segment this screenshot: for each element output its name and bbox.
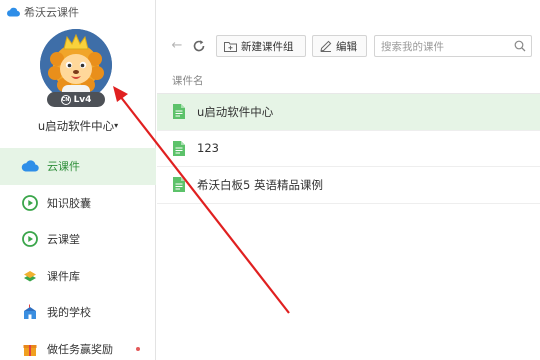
level-coin-icon: CN (60, 94, 71, 105)
main-panel: ← 新建课件组 编辑 课件名 u启动软件中心 123 希沃白板5 (157, 0, 540, 360)
sidebar-item-label: 课件库 (47, 269, 80, 283)
user-avatar-area[interactable]: CN Lv4 (40, 29, 112, 107)
cloud-icon (21, 157, 39, 175)
sidebar-item-label: 我的学校 (47, 306, 91, 320)
search-input[interactable] (381, 39, 511, 54)
app-title-bar: 希沃云课件 (6, 4, 79, 20)
search-box[interactable] (374, 35, 532, 57)
new-group-label: 新建课件组 (241, 40, 294, 53)
column-header-courseware-name[interactable]: 课件名 (157, 68, 540, 94)
capsule-play-icon (21, 194, 39, 212)
sidebar-item-courseware-library[interactable]: 课件库 (0, 258, 156, 295)
toolbar: ← 新建课件组 编辑 (157, 35, 540, 57)
refresh-icon[interactable] (191, 38, 207, 54)
sidebar: 希沃云课件 CN Lv4 u启动软件中心▾ 云课件 知识胶囊 云课堂 课件库 我… (0, 0, 156, 360)
user-name-dropdown[interactable]: u启动软件中心▾ (0, 118, 156, 134)
sidebar-item-tasks-rewards[interactable]: 做任务赢奖励 (0, 331, 156, 360)
notification-dot (136, 346, 140, 351)
library-icon (21, 267, 39, 285)
file-name: 123 (197, 141, 219, 156)
edit-button[interactable]: 编辑 (312, 35, 367, 57)
sidebar-item-label: 云课件 (47, 160, 80, 174)
new-group-button[interactable]: 新建课件组 (216, 35, 306, 57)
classroom-play-icon (21, 230, 39, 248)
sidebar-item-label: 做任务赢奖励 (47, 342, 113, 356)
sidebar-item-label: 知识胶囊 (47, 196, 91, 210)
edit-pencil-icon (320, 40, 332, 52)
search-icon[interactable] (514, 40, 526, 52)
gift-icon (21, 340, 39, 358)
list-item[interactable]: 希沃白板5 英语精品课例 (157, 167, 540, 204)
app-title: 希沃云课件 (24, 6, 79, 19)
file-icon (173, 104, 185, 120)
list-item[interactable]: 123 (157, 131, 540, 167)
avatar[interactable] (40, 29, 112, 101)
file-name: 希沃白板5 英语精品课例 (197, 177, 323, 192)
sidebar-item-label: 云课堂 (47, 233, 80, 247)
edit-label: 编辑 (336, 40, 357, 53)
lion-mascot-icon (40, 29, 112, 101)
sidebar-item-cloud-courseware[interactable]: 云课件 (0, 148, 156, 185)
folder-add-icon (224, 41, 237, 52)
file-name: u启动软件中心 (197, 104, 274, 119)
back-arrow-icon[interactable]: ← (169, 38, 185, 54)
file-icon (173, 140, 185, 156)
chevron-down-icon: ▾ (114, 121, 119, 130)
cloud-logo-icon (7, 7, 20, 17)
school-icon (21, 303, 39, 321)
list-item[interactable]: u启动软件中心 (157, 94, 540, 131)
sidebar-item-knowledge-capsule[interactable]: 知识胶囊 (0, 185, 156, 222)
user-name: u启动软件中心 (37, 119, 115, 133)
file-icon (173, 177, 185, 193)
courseware-list: u启动软件中心 123 希沃白板5 英语精品课例 (157, 94, 540, 204)
sidebar-nav: 云课件 知识胶囊 云课堂 课件库 我的学校 做任务赢奖励 (0, 148, 156, 360)
level-text: Lv4 (73, 94, 92, 105)
sidebar-item-my-school[interactable]: 我的学校 (0, 294, 156, 331)
level-badge: CN Lv4 (47, 92, 105, 107)
sidebar-item-cloud-classroom[interactable]: 云课堂 (0, 221, 156, 258)
